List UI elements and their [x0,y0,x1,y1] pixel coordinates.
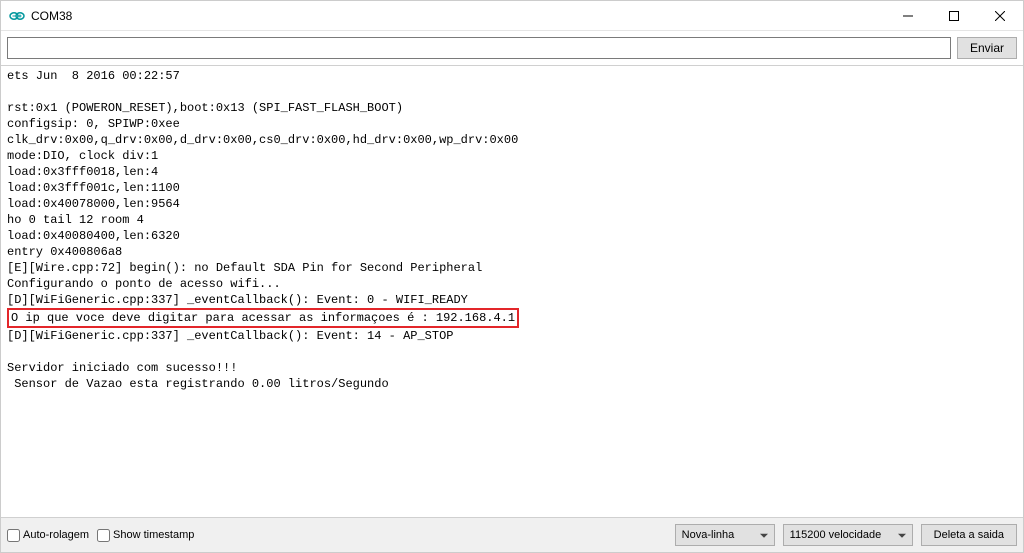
serial-input[interactable] [7,37,951,59]
window-title: COM38 [31,9,885,23]
close-button[interactable] [977,1,1023,30]
arduino-icon [9,8,25,24]
send-button[interactable]: Enviar [957,37,1017,59]
titlebar: COM38 [1,1,1023,31]
highlighted-ip-line: O ip que voce deve digitar para acessar … [7,308,519,328]
window-controls [885,1,1023,30]
clear-button[interactable]: Deleta a saida [921,524,1017,546]
timestamp-label: Show timestamp [113,529,194,541]
line-ending-selected: Nova-linha [682,529,735,541]
baud-dropdown[interactable]: 115200 velocidade [783,524,913,546]
baud-selected: 115200 velocidade [790,529,882,541]
autoscroll-checkbox-wrap[interactable]: Auto-rolagem [7,529,89,542]
minimize-button[interactable] [885,1,931,30]
timestamp-checkbox[interactable] [97,529,110,542]
bottom-bar: Auto-rolagem Show timestamp Nova-linha 1… [1,517,1023,552]
output-area[interactable]: ets Jun 8 2016 00:22:57 rst:0x1 (POWERON… [1,65,1023,517]
output-content: ets Jun 8 2016 00:22:57 rst:0x1 (POWERON… [7,68,1017,392]
maximize-button[interactable] [931,1,977,30]
timestamp-checkbox-wrap[interactable]: Show timestamp [97,529,194,542]
input-row: Enviar [1,31,1023,65]
line-ending-dropdown[interactable]: Nova-linha [675,524,775,546]
autoscroll-label: Auto-rolagem [23,529,89,541]
autoscroll-checkbox[interactable] [7,529,20,542]
